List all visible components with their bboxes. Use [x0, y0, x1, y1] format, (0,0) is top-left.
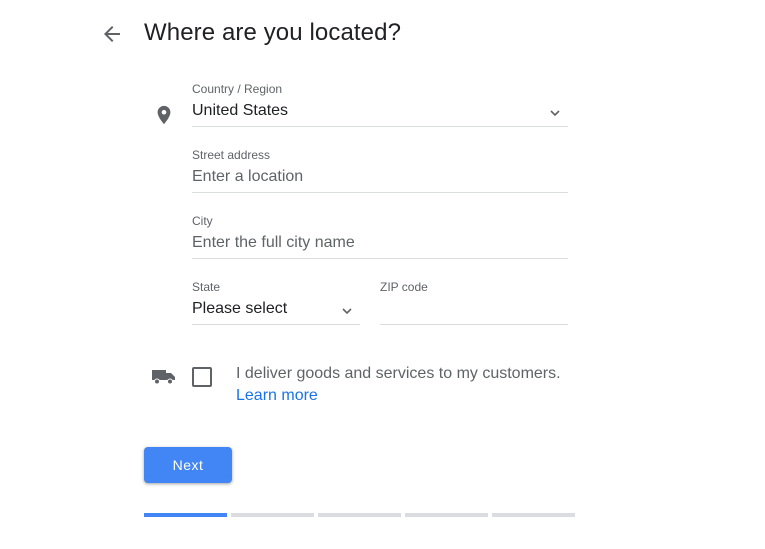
city-field[interactable]: City Enter the full city name — [192, 214, 568, 260]
location-pin-icon — [153, 104, 175, 126]
truck-icon — [152, 369, 176, 385]
progress-indicator — [144, 513, 576, 517]
street-address-field[interactable]: Street address Enter a location — [192, 148, 568, 194]
country-select[interactable]: Country / Region United States — [192, 82, 568, 128]
country-underline — [192, 126, 568, 127]
zip-code-label: ZIP code — [380, 280, 428, 294]
zip-code-underline — [380, 324, 568, 325]
back-arrow-icon[interactable] — [100, 22, 124, 46]
deliver-description: I deliver goods and services to my custo… — [236, 365, 561, 382]
chevron-down-icon — [549, 106, 561, 118]
street-address-placeholder: Enter a location — [192, 168, 304, 185]
progress-step-4 — [405, 513, 488, 517]
progress-step-3 — [318, 513, 401, 517]
progress-step-5 — [492, 513, 575, 517]
street-address-underline — [192, 192, 568, 193]
state-label: State — [192, 280, 221, 294]
learn-more-link[interactable]: Learn more — [236, 387, 318, 405]
state-underline — [192, 324, 360, 325]
page-title: Where are you located? — [144, 19, 402, 46]
street-address-label: Street address — [192, 148, 271, 162]
city-label: City — [192, 214, 213, 228]
city-underline — [192, 258, 568, 259]
progress-step-2 — [231, 513, 314, 517]
state-select[interactable]: State Please select — [192, 280, 360, 326]
progress-step-1 — [144, 513, 227, 517]
country-label: Country / Region — [192, 82, 283, 96]
deliver-checkbox[interactable] — [192, 367, 212, 387]
country-value: United States — [192, 102, 289, 119]
state-value: Please select — [192, 300, 288, 317]
zip-code-field[interactable]: ZIP code — [380, 280, 568, 326]
location-setup-page: Where are you located? Country / Region … — [0, 0, 765, 549]
city-placeholder: Enter the full city name — [192, 234, 355, 251]
chevron-down-icon — [341, 304, 353, 316]
next-button[interactable]: Next — [144, 447, 232, 483]
